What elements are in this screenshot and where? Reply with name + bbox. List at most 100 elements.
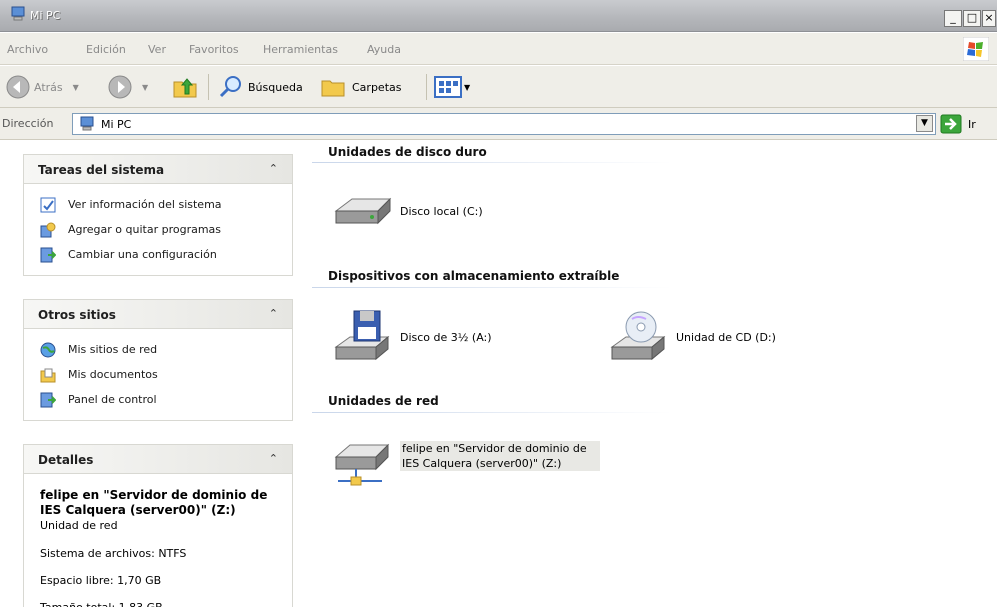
chevron-down-icon[interactable]: ▼: [916, 115, 933, 132]
search-icon: [219, 76, 241, 98]
group-removable: Dispositivos con almacenamiento extraíbl…: [328, 269, 620, 283]
go-button[interactable]: Ir: [940, 114, 976, 134]
back-button[interactable]: Atrás ▼: [6, 74, 79, 100]
search-label: Búsqueda: [248, 80, 303, 94]
content-pane: Unidades de disco duro Disco local (C:) …: [300, 141, 997, 607]
toolbar: Atrás ▼ ▼ Búsqueda Carpetas ▼: [0, 66, 997, 108]
menu-ver[interactable]: Ver: [148, 43, 166, 56]
group-network: Unidades de red: [328, 394, 439, 408]
group-divider: [312, 287, 672, 288]
detail-name: felipe en "Servidor de dominio de IES Ca…: [40, 488, 268, 517]
menu-edicion[interactable]: Edición: [86, 43, 126, 56]
other-places-header[interactable]: Otros sitios ⌃: [23, 299, 293, 329]
folders-label: Carpetas: [352, 80, 402, 94]
drive-label: Disco de 3½ (A:): [400, 330, 492, 344]
details-header[interactable]: Detalles ⌃: [23, 444, 293, 474]
address-input[interactable]: Mi PC: [72, 113, 936, 135]
back-label: Atrás: [34, 80, 63, 94]
window-title: Mi PC: [30, 9, 61, 22]
search-button[interactable]: Búsqueda: [218, 74, 303, 100]
control-panel-icon: [40, 392, 56, 407]
menu-ayuda[interactable]: Ayuda: [367, 43, 401, 56]
views-button[interactable]: ▼: [434, 74, 470, 100]
link-label: Cambiar una configuración: [68, 248, 217, 261]
documents-folder-icon: [40, 368, 56, 382]
collapse-icon[interactable]: ⌃: [269, 162, 278, 175]
panel-title: Tareas del sistema: [38, 163, 165, 177]
link-network-places[interactable]: Mis sitios de red: [40, 337, 292, 362]
cd-drive-icon: [610, 311, 666, 361]
title-bar[interactable]: Mi PC _ □ ×: [0, 0, 997, 32]
back-arrow-icon: [6, 75, 30, 99]
info-icon: [40, 197, 56, 212]
windows-logo-icon: [962, 36, 990, 62]
folders-button[interactable]: Carpetas: [320, 74, 401, 100]
drive-network-z[interactable]: felipe en "Servidor de dominio de IES Ca…: [332, 441, 600, 491]
menu-favoritos[interactable]: Favoritos: [189, 43, 239, 56]
drive-cd-d[interactable]: Unidad de CD (D:): [608, 309, 776, 365]
go-arrow-icon: [940, 114, 962, 134]
folder-icon: [321, 80, 345, 97]
close-button[interactable]: ×: [982, 10, 996, 27]
control-panel-icon: [40, 247, 56, 262]
drive-floppy-a[interactable]: Disco de 3½ (A:): [332, 309, 492, 365]
system-tasks-header[interactable]: Tareas del sistema ⌃: [23, 154, 293, 184]
explorer-window: Mi PC _ □ × Archivo Edición Ver Favorito…: [0, 0, 997, 607]
menu-archivo[interactable]: Archivo: [7, 43, 48, 56]
computer-icon: [10, 6, 26, 25]
group-divider: [312, 412, 672, 413]
views-icon: [434, 76, 462, 98]
up-folder-icon: [173, 78, 197, 98]
drive-label: Unidad de CD (D:): [676, 330, 776, 344]
drive-label: felipe en "Servidor de dominio de IES Ca…: [400, 441, 600, 471]
group-hard-drives: Unidades de disco duro: [328, 145, 487, 159]
floppy-drive-icon: [334, 310, 390, 361]
menu-bar: Archivo Edición Ver Favoritos Herramient…: [0, 33, 997, 65]
link-label: Mis sitios de red: [68, 343, 158, 356]
link-my-documents[interactable]: Mis documentos: [40, 362, 292, 387]
task-pane: Tareas del sistema ⌃ Ver información del…: [0, 141, 300, 607]
link-change-setting[interactable]: Cambiar una configuración: [40, 242, 292, 267]
address-value: Mi PC: [101, 118, 132, 131]
collapse-icon[interactable]: ⌃: [269, 452, 278, 465]
toolbar-separator: [208, 74, 209, 100]
link-add-remove-programs[interactable]: Agregar o quitar programas: [40, 217, 292, 242]
link-label: Ver información del sistema: [68, 198, 222, 211]
group-divider: [312, 162, 672, 163]
go-label: Ir: [968, 117, 976, 131]
computer-icon: [79, 116, 95, 135]
hard-disk-icon: [334, 197, 392, 225]
panel-title: Otros sitios: [38, 308, 116, 322]
detail-total-size: Tamaño total: 1,83 GB: [40, 597, 282, 607]
chevron-down-icon[interactable]: ▼: [142, 83, 148, 92]
collapse-icon[interactable]: ⌃: [269, 307, 278, 320]
minimize-button[interactable]: _: [944, 10, 962, 27]
chevron-down-icon[interactable]: ▼: [73, 83, 79, 92]
link-control-panel[interactable]: Panel de control: [40, 387, 292, 412]
address-bar: Dirección Mi PC ▼ Ir: [0, 108, 997, 140]
up-folder-button[interactable]: [172, 74, 198, 100]
detail-free-space: Espacio libre: 1,70 GB: [40, 574, 162, 587]
menu-herramientas[interactable]: Herramientas: [263, 43, 338, 56]
other-places-panel: Otros sitios ⌃ Mis sitios de red Mis doc…: [23, 299, 293, 421]
panel-title: Detalles: [38, 453, 94, 467]
link-label: Agregar o quitar programas: [68, 223, 222, 236]
programs-icon: [40, 222, 56, 237]
link-label: Panel de control: [68, 393, 157, 406]
network-globe-icon: [40, 342, 56, 357]
forward-button[interactable]: ▼: [108, 74, 148, 100]
address-label: Dirección: [2, 117, 54, 130]
chevron-down-icon[interactable]: ▼: [464, 83, 470, 92]
detail-filesystem: Sistema de archivos: NTFS: [40, 547, 187, 560]
system-tasks-panel: Tareas del sistema ⌃ Ver información del…: [23, 154, 293, 276]
forward-arrow-icon: [108, 75, 132, 99]
drive-local-c[interactable]: Disco local (C:): [332, 193, 483, 229]
link-label: Mis documentos: [68, 368, 158, 381]
drive-label: Disco local (C:): [400, 204, 483, 218]
network-drive-icon: [334, 443, 390, 486]
link-system-info[interactable]: Ver información del sistema: [40, 192, 292, 217]
details-panel: Detalles ⌃ felipe en "Servidor de domini…: [23, 444, 293, 607]
maximize-button[interactable]: □: [963, 10, 981, 27]
detail-type: Unidad de red: [40, 519, 118, 532]
toolbar-separator: [426, 74, 427, 100]
